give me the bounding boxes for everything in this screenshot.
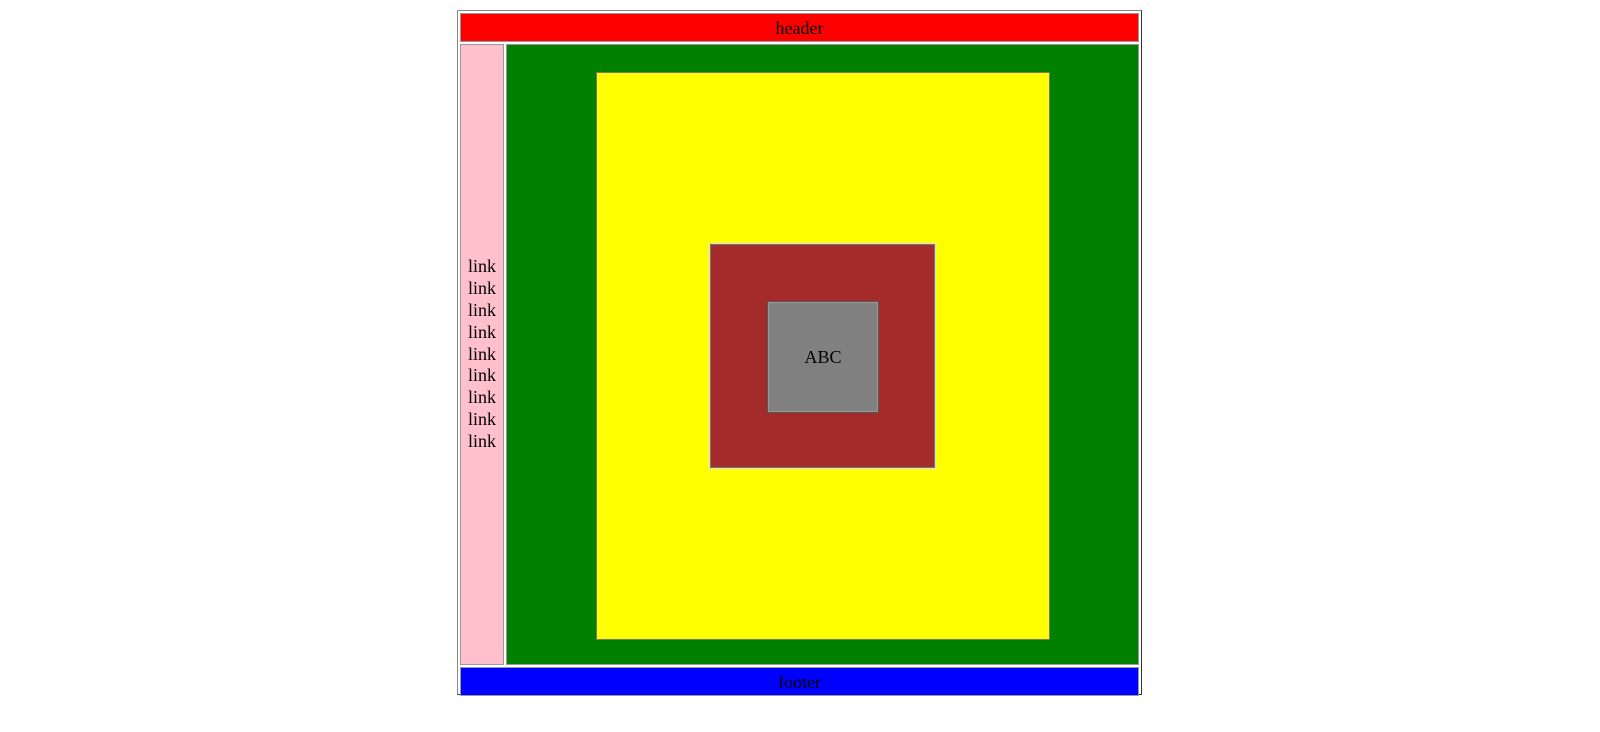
sidebar-link-4[interactable]: link bbox=[468, 322, 496, 344]
sidebar-link-5[interactable]: link bbox=[468, 344, 496, 366]
header: header bbox=[460, 13, 1139, 42]
footer: footer bbox=[460, 667, 1139, 696]
sidebar-link-9[interactable]: link bbox=[468, 431, 496, 453]
layout-table: header link link link link link link lin… bbox=[457, 10, 1142, 696]
header-text: header bbox=[775, 17, 824, 38]
sidebar-link-6[interactable]: link bbox=[468, 365, 496, 387]
sidebar-link-8[interactable]: link bbox=[468, 409, 496, 431]
yellow-box: ABC bbox=[596, 72, 1050, 640]
sidebar-link-2[interactable]: link bbox=[468, 278, 496, 300]
sidebar-link-1[interactable]: link bbox=[468, 256, 496, 278]
sidebar-link-7[interactable]: link bbox=[468, 387, 496, 409]
footer-text: footer bbox=[778, 671, 821, 692]
sidebar-link-3[interactable]: link bbox=[468, 300, 496, 322]
center-text: ABC bbox=[804, 346, 842, 367]
sidebar: link link link link link link link link … bbox=[460, 44, 504, 665]
gray-box: ABC bbox=[767, 301, 879, 413]
brown-box: ABC bbox=[709, 243, 936, 469]
main-content: ABC bbox=[506, 44, 1139, 665]
